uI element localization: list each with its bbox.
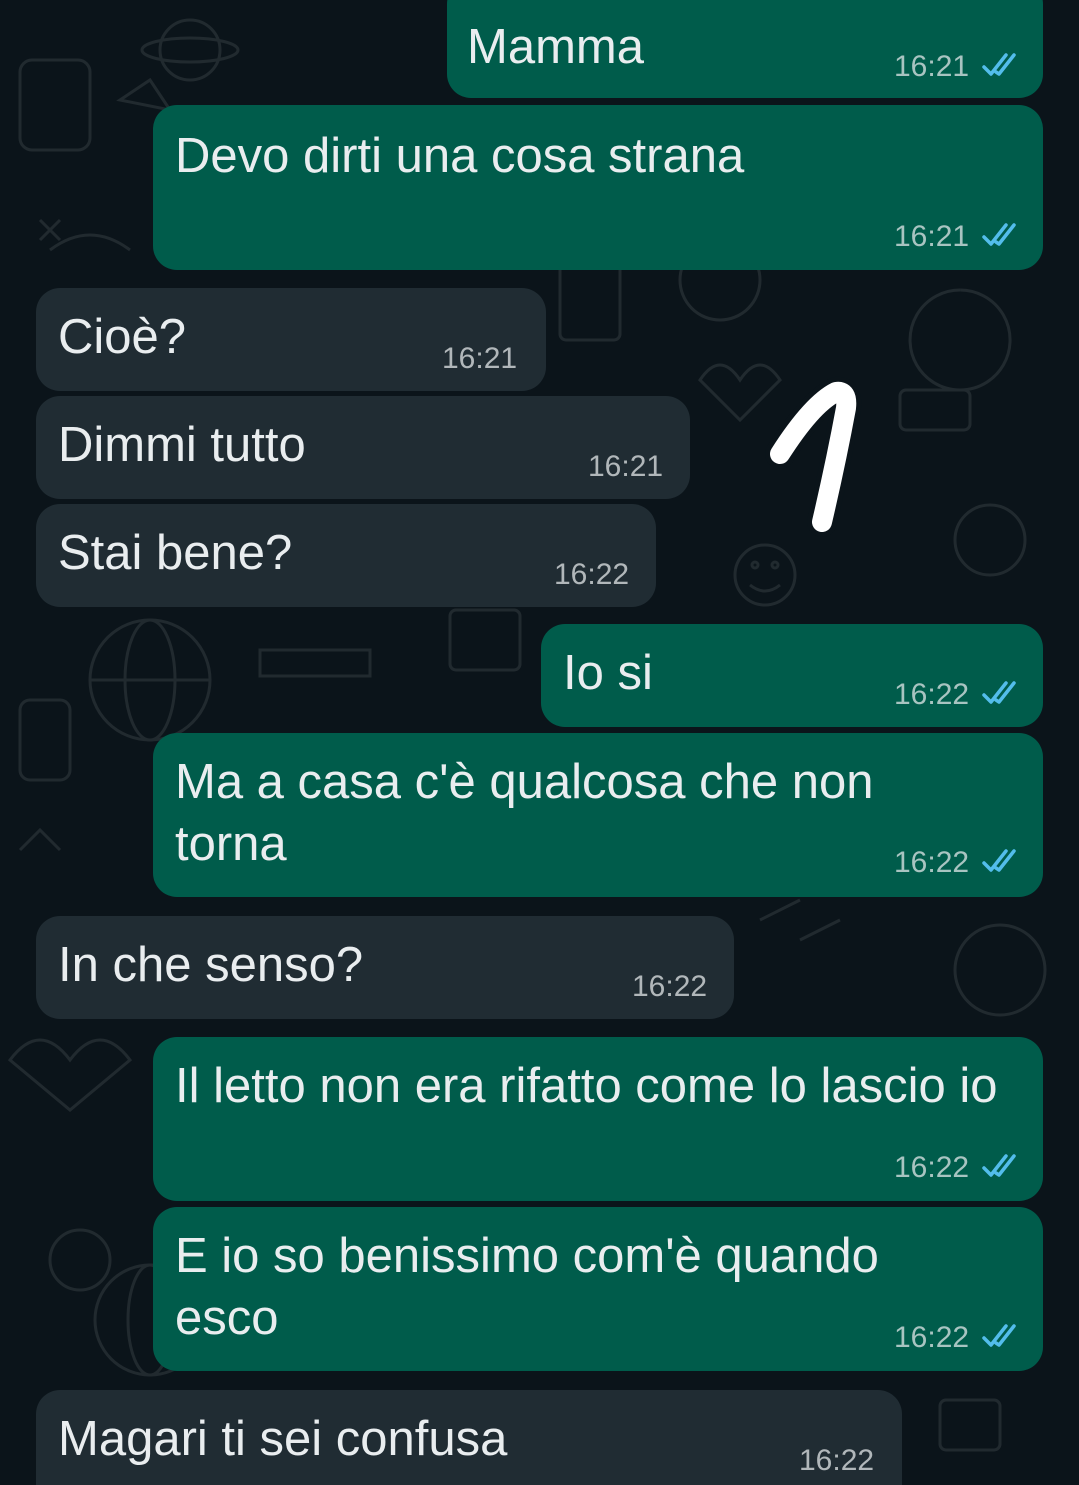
message-time: 16:21 xyxy=(894,50,970,83)
message-bubble-outgoing[interactable]: Io si 16:22 xyxy=(541,624,1043,727)
message-time: 16:21 xyxy=(894,220,970,253)
hand-drawn-number-one-icon xyxy=(765,376,862,537)
message-bubble-outgoing[interactable]: E io so benissimo com'è quando esco 16:2… xyxy=(153,1207,1043,1371)
message-time: 16:22 xyxy=(894,846,970,879)
message-text: Il letto non era rifatto come lo lascio … xyxy=(175,1059,998,1113)
chat-area[interactable]: Mamma 16:21 Devo dirti una cosa strana 1… xyxy=(0,0,1079,1485)
message-time: 16:22 xyxy=(894,1151,970,1184)
read-receipt-double-check-icon xyxy=(982,223,1016,246)
message-bubble-incoming[interactable]: Stai bene? 16:22 xyxy=(36,504,656,607)
message-bubble-outgoing[interactable]: Devo dirti una cosa strana 16:21 xyxy=(153,105,1043,270)
message-text: Ma a casa c'è qualcosa che non torna xyxy=(175,755,888,871)
message-bubble-incoming[interactable]: Cioè? 16:21 xyxy=(36,288,546,391)
message-time: 16:22 xyxy=(894,678,970,711)
message-bubble-outgoing[interactable]: Il letto non era rifatto come lo lascio … xyxy=(153,1037,1043,1201)
message-text: Devo dirti una cosa strana xyxy=(175,129,745,183)
message-text: Io si xyxy=(563,646,653,700)
message-time: 16:21 xyxy=(588,450,664,483)
message-bubble-incoming[interactable]: Magari ti sei confusa 16:22 xyxy=(36,1390,902,1485)
message-bubble-incoming[interactable]: In che senso? 16:22 xyxy=(36,916,734,1019)
message-text: Mamma xyxy=(467,20,644,74)
read-receipt-double-check-icon xyxy=(982,849,1016,872)
read-receipt-double-check-icon xyxy=(982,53,1016,76)
message-text: Dimmi tutto xyxy=(58,418,306,472)
message-bubble-outgoing[interactable]: Ma a casa c'è qualcosa che non torna 16:… xyxy=(153,733,1043,897)
message-text: E io so benissimo com'è quando esco xyxy=(175,1229,893,1345)
read-receipt-double-check-icon xyxy=(982,681,1016,704)
message-time: 16:22 xyxy=(799,1444,875,1477)
read-receipt-double-check-icon xyxy=(982,1324,1016,1347)
message-text: Stai bene? xyxy=(58,526,293,580)
message-bubble-outgoing[interactable]: Mamma 16:21 xyxy=(447,0,1043,98)
message-time: 16:21 xyxy=(442,342,518,375)
message-time: 16:22 xyxy=(632,970,708,1003)
message-time: 16:22 xyxy=(894,1321,970,1354)
message-time: 16:22 xyxy=(554,558,630,591)
message-text: In che senso? xyxy=(58,938,364,992)
message-text: Cioè? xyxy=(58,310,187,364)
message-bubble-incoming[interactable]: Dimmi tutto 16:21 xyxy=(36,396,690,499)
message-text: Magari ti sei confusa xyxy=(58,1412,508,1466)
read-receipt-double-check-icon xyxy=(982,1154,1016,1177)
